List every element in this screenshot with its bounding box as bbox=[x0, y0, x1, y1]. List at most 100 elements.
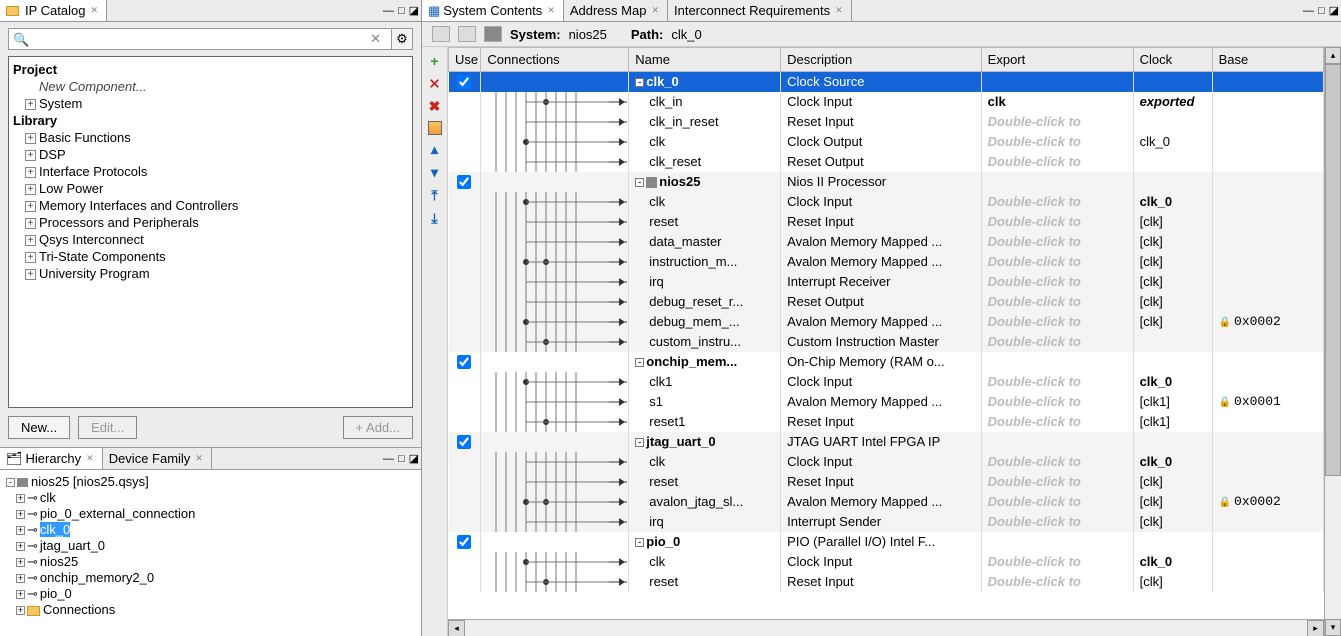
hierarchy-item[interactable]: +⊸pio_0 bbox=[6, 586, 415, 602]
add-button[interactable]: + Add... bbox=[343, 416, 413, 439]
interface-row[interactable]: clkClock InputDouble-click toclk_0 bbox=[449, 552, 1324, 572]
hierarchy-item[interactable]: +⊸clk bbox=[6, 490, 415, 506]
col-description[interactable]: Description bbox=[781, 48, 982, 72]
collapse-icon[interactable]: - bbox=[635, 538, 644, 547]
export-cell[interactable]: Double-click to bbox=[981, 152, 1133, 172]
project-node[interactable]: Project bbox=[13, 61, 408, 78]
export-cell[interactable]: Double-click to bbox=[981, 232, 1133, 252]
vertical-scrollbar[interactable]: ▴ ▾ bbox=[1324, 47, 1341, 636]
expand-icon[interactable]: + bbox=[25, 133, 36, 144]
clock-cell[interactable] bbox=[1133, 172, 1212, 192]
base-cell[interactable] bbox=[1212, 72, 1323, 92]
connections-cell[interactable] bbox=[481, 292, 629, 312]
expand-icon[interactable]: + bbox=[16, 606, 25, 615]
col-base[interactable]: Base bbox=[1212, 48, 1323, 72]
library-item[interactable]: +Basic Functions bbox=[13, 129, 408, 146]
clock-cell[interactable] bbox=[1133, 532, 1212, 552]
connections-cell[interactable] bbox=[481, 372, 629, 392]
use-checkbox[interactable] bbox=[457, 355, 471, 369]
name-cell[interactable]: debug_mem_... bbox=[629, 312, 781, 332]
export-cell[interactable] bbox=[981, 72, 1133, 92]
base-cell[interactable] bbox=[1212, 292, 1323, 312]
connections-cell[interactable] bbox=[481, 132, 629, 152]
connections-cell[interactable] bbox=[481, 152, 629, 172]
library-item[interactable]: +University Program bbox=[13, 265, 408, 282]
export-cell[interactable]: clk bbox=[981, 92, 1133, 112]
base-cell[interactable] bbox=[1212, 212, 1323, 232]
use-checkbox[interactable] bbox=[457, 75, 471, 89]
restore-button[interactable]: ◪ bbox=[407, 0, 421, 21]
connections-cell[interactable] bbox=[481, 112, 629, 132]
export-cell[interactable]: Double-click to bbox=[981, 572, 1133, 592]
connections-cell[interactable] bbox=[481, 272, 629, 292]
hierarchy-item[interactable]: +Connections bbox=[6, 602, 415, 618]
base-cell[interactable] bbox=[1212, 272, 1323, 292]
clock-cell[interactable] bbox=[1133, 332, 1212, 352]
new-component-item[interactable]: New Component... bbox=[13, 78, 408, 95]
horizontal-scrollbar[interactable]: ◂ ▸ bbox=[448, 619, 1324, 636]
clock-cell[interactable] bbox=[1133, 72, 1212, 92]
close-icon[interactable]: ✕ bbox=[649, 5, 661, 16]
expand-icon[interactable]: + bbox=[16, 590, 25, 599]
expand-icon[interactable]: + bbox=[25, 201, 36, 212]
connections-cell[interactable] bbox=[481, 412, 629, 432]
interface-row[interactable]: data_masterAvalon Memory Mapped ...Doubl… bbox=[449, 232, 1324, 252]
export-cell[interactable]: Double-click to bbox=[981, 132, 1133, 152]
collapse-icon[interactable]: - bbox=[635, 178, 644, 187]
name-cell[interactable]: clk bbox=[629, 552, 781, 572]
base-cell[interactable] bbox=[1212, 552, 1323, 572]
interface-row[interactable]: clkClock OutputDouble-click toclk_0 bbox=[449, 132, 1324, 152]
clear-search-icon[interactable]: ✕ bbox=[370, 31, 381, 47]
toolbar-chip[interactable] bbox=[484, 26, 502, 42]
scroll-down-icon[interactable]: ▾ bbox=[1325, 619, 1341, 636]
export-cell[interactable]: Double-click to bbox=[981, 272, 1133, 292]
name-cell[interactable]: data_master bbox=[629, 232, 781, 252]
connections-cell[interactable] bbox=[481, 352, 629, 372]
library-item[interactable]: +Low Power bbox=[13, 180, 408, 197]
move-up-icon[interactable]: ▴ bbox=[431, 141, 438, 158]
base-cell[interactable] bbox=[1212, 532, 1323, 552]
connections-cell[interactable] bbox=[481, 172, 629, 192]
base-cell[interactable] bbox=[1212, 472, 1323, 492]
expand-icon[interactable]: + bbox=[16, 574, 25, 583]
connections-cell[interactable] bbox=[481, 392, 629, 412]
base-cell[interactable] bbox=[1212, 372, 1323, 392]
name-cell[interactable]: -onchip_mem... bbox=[629, 352, 781, 372]
library-item[interactable]: +Processors and Peripherals bbox=[13, 214, 408, 231]
export-cell[interactable]: Double-click to bbox=[981, 472, 1133, 492]
export-cell[interactable]: Double-click to bbox=[981, 412, 1133, 432]
connections-cell[interactable] bbox=[481, 92, 629, 112]
base-cell[interactable]: 🔒0x0002 bbox=[1212, 312, 1323, 332]
connections-cell[interactable] bbox=[481, 72, 629, 92]
component-row[interactable]: -jtag_uart_0JTAG UART Intel FPGA IP bbox=[449, 432, 1324, 452]
connections-cell[interactable] bbox=[481, 192, 629, 212]
interface-row[interactable]: resetReset InputDouble-click to[clk] bbox=[449, 212, 1324, 232]
export-cell[interactable] bbox=[981, 172, 1133, 192]
move-bottom-icon[interactable]: ⤓ bbox=[431, 210, 437, 227]
export-cell[interactable]: Double-click to bbox=[981, 512, 1133, 532]
tab-device-family[interactable]: Device Family ✕ bbox=[103, 448, 212, 469]
library-node[interactable]: Library bbox=[13, 112, 408, 129]
clock-cell[interactable]: clk_0 bbox=[1133, 192, 1212, 212]
clock-cell[interactable]: clk_0 bbox=[1133, 132, 1212, 152]
base-cell[interactable] bbox=[1212, 352, 1323, 372]
toolbar-nav-up[interactable] bbox=[458, 26, 476, 42]
clock-cell[interactable] bbox=[1133, 352, 1212, 372]
name-cell[interactable]: reset bbox=[629, 472, 781, 492]
connections-cell[interactable] bbox=[481, 432, 629, 452]
export-cell[interactable]: Double-click to bbox=[981, 292, 1133, 312]
name-cell[interactable]: clk1 bbox=[629, 372, 781, 392]
component-row[interactable]: -pio_0PIO (Parallel I/O) Intel F... bbox=[449, 532, 1324, 552]
ip-tree[interactable]: Project New Component... +System Library… bbox=[8, 56, 413, 408]
use-checkbox[interactable] bbox=[457, 535, 471, 549]
clock-cell[interactable]: clk_0 bbox=[1133, 552, 1212, 572]
expand-icon[interactable]: + bbox=[25, 235, 36, 246]
hierarchy-tree[interactable]: -nios25 [nios25.qsys] +⊸clk+⊸pio_0_exter… bbox=[0, 470, 421, 636]
interface-row[interactable]: debug_mem_...Avalon Memory Mapped ...Dou… bbox=[449, 312, 1324, 332]
base-cell[interactable] bbox=[1212, 92, 1323, 112]
edit-button[interactable]: Edit... bbox=[78, 416, 137, 439]
name-cell[interactable]: -nios25 bbox=[629, 172, 781, 192]
base-cell[interactable] bbox=[1212, 132, 1323, 152]
clock-cell[interactable] bbox=[1133, 152, 1212, 172]
name-cell[interactable]: clk_in bbox=[629, 92, 781, 112]
